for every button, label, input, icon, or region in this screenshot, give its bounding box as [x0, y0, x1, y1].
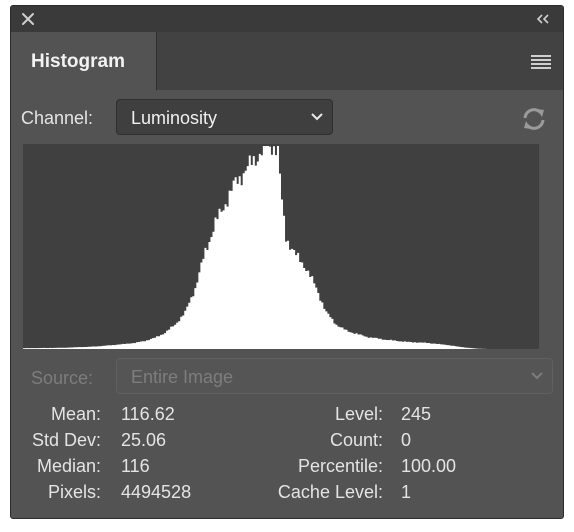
- channel-select[interactable]: Luminosity: [116, 99, 333, 135]
- source-label: Source:: [31, 368, 94, 388]
- level-label: Level:: [334, 404, 383, 424]
- channel-selected-value: Luminosity: [131, 108, 218, 128]
- percentile-label: Percentile:: [297, 456, 383, 476]
- median-value: 116: [121, 456, 150, 476]
- histogram-curve: [23, 146, 539, 349]
- stddev-label: Std Dev:: [31, 430, 101, 450]
- cache-level-value: 1: [401, 482, 412, 502]
- histogram-chart: [23, 146, 539, 349]
- channel-label: Channel:: [21, 108, 94, 128]
- source-selected-value: Entire Image: [131, 367, 234, 387]
- refresh-icon[interactable]: [520, 106, 548, 132]
- close-icon[interactable]: [21, 12, 35, 26]
- tab-bar: Histogram: [11, 32, 563, 90]
- level-value: 245: [401, 404, 432, 424]
- chevron-down-icon: [311, 113, 323, 121]
- percentile-value: 100.00: [401, 456, 457, 476]
- pixels-value: 4494528: [121, 482, 192, 502]
- cache-level-label: Cache Level:: [277, 482, 383, 502]
- panel-titlebar: [11, 6, 563, 32]
- hamburger-menu-icon[interactable]: [531, 55, 551, 69]
- source-select: Entire Image: [116, 358, 553, 394]
- pixels-label: Pixels:: [47, 482, 101, 502]
- mean-value: 116.62: [121, 404, 175, 424]
- histogram-graph: [23, 144, 539, 349]
- chevron-down-icon: [531, 372, 543, 380]
- count-value: 0: [401, 430, 412, 450]
- count-label: Count:: [329, 430, 383, 450]
- tab-histogram[interactable]: Histogram: [11, 32, 157, 90]
- mean-label: Mean:: [50, 404, 101, 424]
- tab-label: Histogram: [31, 51, 125, 72]
- histogram-panel: Histogram Channel: Luminosity Source: En…: [10, 5, 564, 519]
- stddev-value: 25.06: [121, 430, 167, 450]
- median-label: Median:: [36, 456, 101, 476]
- double-chevron-left-icon[interactable]: [535, 13, 551, 25]
